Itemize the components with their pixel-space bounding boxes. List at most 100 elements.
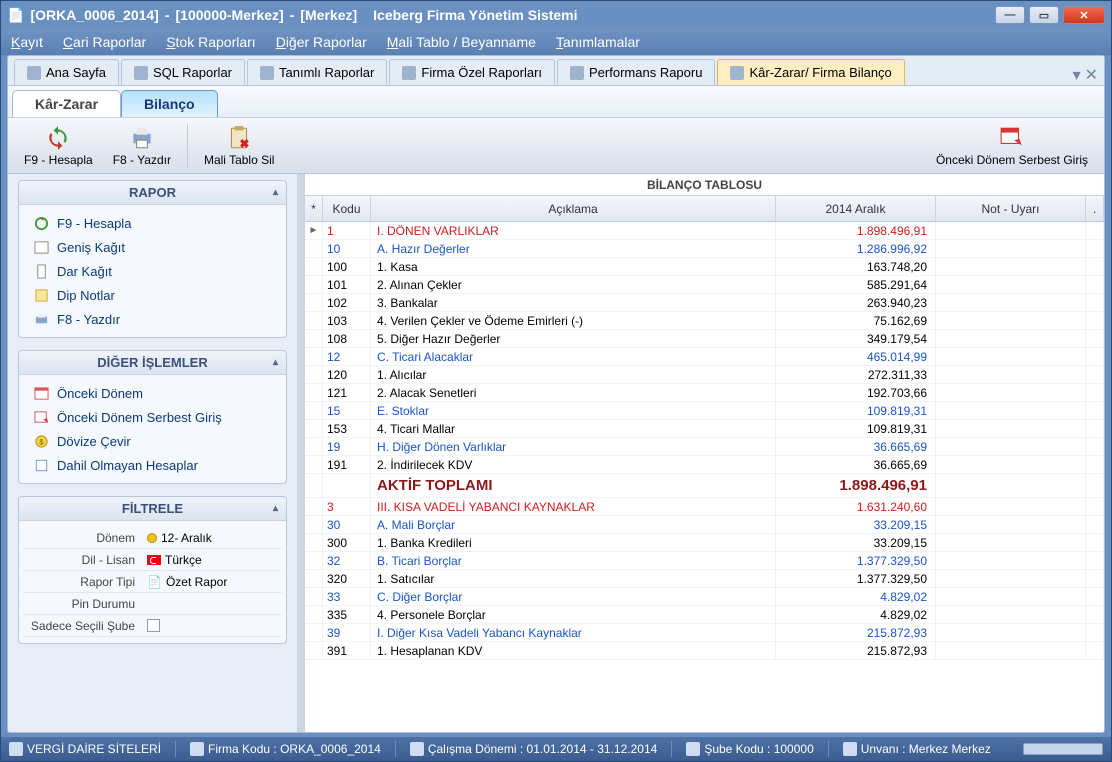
table-row[interactable]: 10A. Hazır Değerler1.286.996,92 — [305, 240, 1104, 258]
table-row[interactable]: 1912. İndirilecek KDV36.665,69 — [305, 456, 1104, 474]
col-selector[interactable]: * — [305, 196, 323, 221]
side-dar-kagit[interactable]: Dar Kağıt — [23, 259, 282, 283]
panel-rapor: RAPOR▴ F9 - Hesapla Geniş Kağıt Dar Kağı… — [18, 180, 287, 338]
table-row[interactable]: 33C. Diğer Borçlar4.829,02 — [305, 588, 1104, 606]
col-aciklama[interactable]: Açıklama — [371, 196, 776, 221]
panel-filtre-header[interactable]: FİLTRELE▴ — [19, 497, 286, 521]
table-row[interactable]: 12C. Ticari Alacaklar465.014,99 — [305, 348, 1104, 366]
table-row[interactable]: 1085. Diğer Hazır Değerler349.179,54 — [305, 330, 1104, 348]
table-row[interactable]: 3III. KISA VADELİ YABANCI KAYNAKLAR1.631… — [305, 498, 1104, 516]
btn-onceki-donem-serbest[interactable]: Önceki Dönem Serbest Giriş — [930, 122, 1094, 169]
status-firma: Firma Kodu : ORKA_0006_2014 — [190, 742, 381, 756]
ribbon: F9 - Hesapla F8 - Yazdır Mali Tablo Sil … — [8, 118, 1104, 174]
col-extra[interactable]: . — [1086, 196, 1104, 221]
side-hesapla[interactable]: F9 - Hesapla — [23, 211, 282, 235]
side-dovize-cevir[interactable]: $Dövize Çevir — [23, 429, 282, 453]
panel-diger: DİĞER İŞLEMLER▴ Önceki Dönem Önceki Döne… — [18, 350, 287, 484]
table-row[interactable]: 3201. Satıcılar1.377.329,50 — [305, 570, 1104, 588]
panel-diger-header[interactable]: DİĞER İŞLEMLER▴ — [19, 351, 286, 375]
col-value[interactable]: 2014 Aralık — [776, 196, 936, 221]
chevron-up-icon: ▴ — [273, 357, 278, 368]
subtabs: Kâr-Zarar Bilanço — [8, 86, 1104, 118]
app-icon: 📄 — [7, 7, 24, 24]
calendar-icon — [410, 742, 424, 756]
filter-donem[interactable]: Dönem12- Aralık — [23, 527, 282, 549]
grid-body[interactable]: ►1I. DÖNEN VARLIKLAR1.898.496,9110A. Haz… — [305, 222, 1104, 732]
table-row[interactable]: 3001. Banka Kredileri33.209,15 — [305, 534, 1104, 552]
table-row[interactable]: AKTİF TOPLAMI1.898.496,91 — [305, 474, 1104, 498]
printer-icon — [127, 124, 157, 152]
note-icon — [33, 287, 49, 303]
table-row[interactable]: 1012. Alınan Çekler585.291,64 — [305, 276, 1104, 294]
table-row[interactable]: 1201. Alıcılar272.311,33 — [305, 366, 1104, 384]
tab-dropdown-icon[interactable]: ▾ — [1073, 65, 1081, 85]
minimize-button[interactable]: — — [995, 6, 1025, 24]
col-kodu[interactable]: Kodu — [323, 196, 371, 221]
table-row[interactable]: 15E. Stoklar109.819,31 — [305, 402, 1104, 420]
sql-icon — [134, 66, 148, 80]
side-onceki-donem-serbest[interactable]: Önceki Dönem Serbest Giriş — [23, 405, 282, 429]
menu-tanimlamalar[interactable]: Tanımlamalar — [556, 34, 640, 50]
filter-sube[interactable]: Sadece Seçili Şube — [23, 615, 282, 637]
side-genis-kagit[interactable]: Geniş Kağıt — [23, 235, 282, 259]
chart-icon — [570, 66, 584, 80]
menu-cari-raporlar[interactable]: Cari Raporlar — [63, 34, 146, 50]
menu-stok-raporlari[interactable]: Stok Raporları — [166, 34, 256, 50]
btn-mali-tablo-sil[interactable]: Mali Tablo Sil — [198, 122, 280, 169]
btn-hesapla[interactable]: F9 - Hesapla — [18, 122, 99, 169]
side-yazdir[interactable]: F8 - Yazdır — [23, 307, 282, 331]
table-row[interactable]: 19H. Diğer Dönen Varlıklar36.665,69 — [305, 438, 1104, 456]
page-wide-icon — [33, 239, 49, 255]
table-row[interactable]: 3354. Personele Borçlar4.829,02 — [305, 606, 1104, 624]
table-row[interactable]: 1001. Kasa163.748,20 — [305, 258, 1104, 276]
table-row[interactable]: 32B. Ticari Borçlar1.377.329,50 — [305, 552, 1104, 570]
side-onceki-donem[interactable]: Önceki Dönem — [23, 381, 282, 405]
chevron-up-icon: ▴ — [273, 503, 278, 514]
clipboard-delete-icon — [224, 124, 254, 152]
tab-close-icon[interactable]: ✕ — [1085, 65, 1098, 85]
table-row[interactable]: 30A. Mali Borçlar33.209,15 — [305, 516, 1104, 534]
panel-filtre: FİLTRELE▴ Dönem12- Aralık Dil - LisanTür… — [18, 496, 287, 644]
table-row[interactable]: 3911. Hesaplanan KDV215.872,93 — [305, 642, 1104, 660]
tab-firma-ozel[interactable]: Firma Özel Raporları — [389, 59, 555, 85]
home-icon — [27, 66, 41, 80]
right-pane: BİLANÇO TABLOSU * Kodu Açıklama 2014 Ara… — [304, 174, 1104, 732]
subtab-bilanco[interactable]: Bilanço — [121, 90, 218, 117]
menu-mali-tablo[interactable]: Mali Tablo / Beyanname — [387, 34, 536, 50]
doc-icon — [190, 742, 204, 756]
col-not[interactable]: Not - Uyarı — [936, 196, 1086, 221]
statusbar: VERGİ DAİRE SİTELERİ Firma Kodu : ORKA_0… — [1, 737, 1111, 761]
tab-sql-raporlar[interactable]: SQL Raporlar — [121, 59, 245, 85]
panel-rapor-header[interactable]: RAPOR▴ — [19, 181, 286, 205]
table-row[interactable]: 1034. Verilen Çekler ve Ödeme Emirleri (… — [305, 312, 1104, 330]
side-dahil-olmayan[interactable]: Dahil Olmayan Hesaplar — [23, 453, 282, 477]
table-row[interactable]: 1023. Bankalar263.940,23 — [305, 294, 1104, 312]
close-button[interactable]: ✕ — [1063, 6, 1105, 24]
app-title: Iceberg Firma Yönetim Sistemi — [373, 7, 577, 23]
menu-kayit[interactable]: Kayıt — [11, 34, 43, 50]
btn-yazdir[interactable]: F8 - Yazdır — [107, 122, 177, 169]
tab-tanimli-raporlar[interactable]: Tanımlı Raporlar — [247, 59, 387, 85]
checkbox[interactable] — [147, 619, 160, 632]
flag-tr-icon — [147, 555, 161, 565]
maximize-button[interactable]: ▭ — [1029, 6, 1059, 24]
tab-kar-zarar[interactable]: Kâr-Zarar/ Firma Bilanço — [717, 59, 904, 85]
filter-rapor-tipi[interactable]: Rapor Tipi📄Özet Rapor — [23, 571, 282, 593]
table-row[interactable]: ►1I. DÖNEN VARLIKLAR1.898.496,91 — [305, 222, 1104, 240]
status-vergi[interactable]: VERGİ DAİRE SİTELERİ — [9, 742, 161, 756]
tab-ana-sayfa[interactable]: Ana Sayfa — [14, 59, 119, 85]
tabstrip: Ana Sayfa SQL Raporlar Tanımlı Raporlar … — [8, 56, 1104, 86]
table-row[interactable]: 1212. Alacak Senetleri192.703,66 — [305, 384, 1104, 402]
subtab-kar-zarar[interactable]: Kâr-Zarar — [12, 90, 121, 117]
filter-dil[interactable]: Dil - LisanTürkçe — [23, 549, 282, 571]
table-row[interactable]: 1534. Ticari Mallar109.819,31 — [305, 420, 1104, 438]
tab-performans[interactable]: Performans Raporu — [557, 59, 715, 85]
side-dip-notlar[interactable]: Dip Notlar — [23, 283, 282, 307]
filter-pin[interactable]: Pin Durumu — [23, 593, 282, 615]
dot-icon — [147, 533, 157, 543]
grid-title: BİLANÇO TABLOSU — [305, 174, 1104, 196]
menu-diger-raporlar[interactable]: Diğer Raporlar — [276, 34, 367, 50]
titlebar: 📄 [ORKA_0006_2014] - [100000-Merkez] - [… — [1, 1, 1111, 29]
table-row[interactable]: 39I. Diğer Kısa Vadeli Yabancı Kaynaklar… — [305, 624, 1104, 642]
title-branch: [Merkez] — [300, 7, 357, 23]
